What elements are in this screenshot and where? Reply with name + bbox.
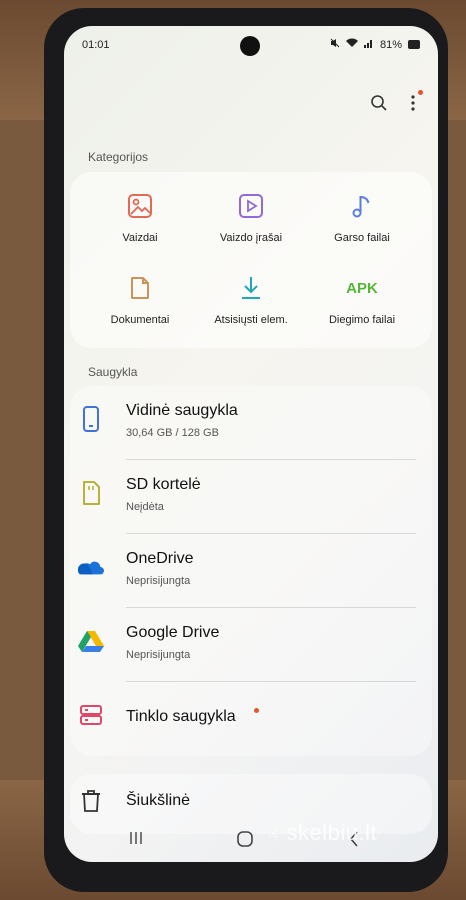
storage-item-title: Vidinė saugykla (126, 402, 238, 419)
document-icon (80, 274, 200, 302)
sd-card-icon (78, 480, 104, 506)
front-camera (240, 36, 260, 56)
categories-card: Vaizdai Vaizdo įrašai Garso failai Dokum… (70, 172, 432, 348)
category-install-files[interactable]: APK Diegimo failai (302, 274, 422, 327)
storage-item-sd-card[interactable]: SD kortelė Neįdėta (64, 460, 438, 532)
phone-storage-icon (78, 406, 104, 432)
category-documents[interactable]: Dokumentai (80, 274, 200, 326)
apk-text: APK (346, 279, 378, 297)
watermark-text: skelbiu.lt (286, 820, 378, 845)
storage-item-title: SD kortelė (126, 476, 201, 493)
category-label: Vaizdai (122, 232, 158, 244)
storage-item-title: Tinklo saugykla (126, 708, 236, 725)
status-time: 01:01 (82, 39, 110, 51)
more-options-icon[interactable] (410, 90, 423, 117)
storage-item-network[interactable]: Tinklo saugykla (64, 682, 438, 754)
network-storage-icon (78, 702, 104, 728)
category-label: Diegimo failai (328, 314, 396, 326)
category-images[interactable]: Vaizdai (80, 192, 200, 244)
google-drive-icon (78, 628, 104, 654)
watermark: ⁙ skelbiu.lt (266, 820, 377, 846)
trash-item[interactable]: Šiukšlinė (64, 780, 438, 824)
trash-icon (78, 788, 104, 814)
phone-screen: 01:01 81% Kategorijos Vaizdai Vaizdo įra… (64, 26, 438, 862)
trash-title: Šiukšlinė (126, 792, 191, 809)
download-icon (191, 274, 311, 302)
storage-item-onedrive[interactable]: OneDrive Neprisijungta (64, 534, 438, 606)
storage-title: Saugykla (88, 365, 138, 379)
category-label: Atsisiųsti elem. (214, 314, 288, 326)
storage-item-title: OneDrive (126, 550, 194, 567)
category-downloads[interactable]: Atsisiųsti elem. (191, 274, 311, 326)
battery-percent: 81% (379, 38, 402, 51)
watermark-dots-icon: ⁙ (266, 826, 280, 844)
storage-item-google-drive[interactable]: Google Drive Neprisijungta (64, 608, 438, 680)
video-icon (191, 192, 311, 220)
onedrive-icon (78, 554, 104, 580)
storage-item-title: Google Drive (126, 624, 220, 641)
battery-icon (408, 40, 420, 49)
category-label: Vaizdo įrašai (219, 232, 283, 244)
wifi-icon (345, 38, 358, 51)
signal-icon (363, 38, 374, 51)
category-label: Dokumentai (110, 314, 170, 326)
status-bar: 01:01 81% (64, 26, 438, 64)
music-note-icon (302, 192, 422, 220)
categories-title: Kategorijos (88, 150, 149, 164)
notification-dot (418, 90, 423, 95)
category-audio[interactable]: Garso failai (302, 192, 422, 244)
storage-item-internal[interactable]: Vidinė saugykla 30,64 GB / 128 GB (64, 386, 438, 458)
storage-item-subtitle: Neprisijungta (126, 575, 191, 587)
apk-icon: APK (302, 274, 422, 302)
storage-item-subtitle: Neprisijungta (126, 649, 191, 661)
recent-apps-icon[interactable] (128, 830, 144, 851)
category-videos[interactable]: Vaizdo įrašai (191, 192, 311, 244)
navigation-bar (64, 822, 438, 862)
storage-item-subtitle: Neįdėta (126, 501, 164, 513)
image-icon (80, 192, 200, 220)
category-label: Garso failai (334, 232, 390, 244)
status-icons: 81% (330, 38, 420, 51)
search-icon[interactable] (370, 94, 388, 117)
toolbar (370, 90, 423, 117)
storage-item-subtitle: 30,64 GB / 128 GB (126, 427, 219, 439)
home-icon[interactable] (236, 830, 254, 853)
mute-icon (330, 38, 340, 51)
notification-dot (254, 708, 259, 713)
